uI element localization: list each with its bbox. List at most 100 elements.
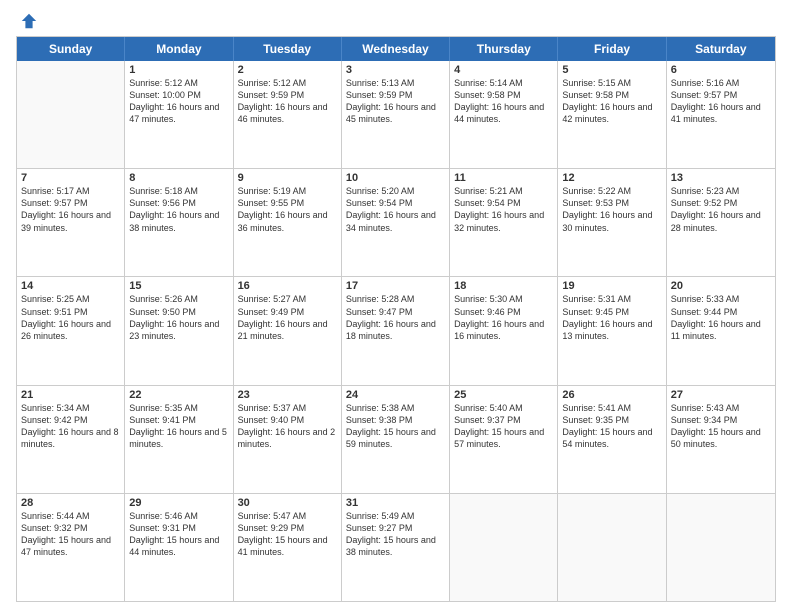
calendar-cell: 10Sunrise: 5:20 AMSunset: 9:54 PMDayligh… (342, 169, 450, 276)
cell-info: Sunrise: 5:22 AMSunset: 9:53 PMDaylight:… (562, 185, 661, 234)
day-number: 1 (129, 64, 228, 76)
calendar-cell: 21Sunrise: 5:34 AMSunset: 9:42 PMDayligh… (17, 386, 125, 493)
cell-info: Sunrise: 5:47 AMSunset: 9:29 PMDaylight:… (238, 510, 337, 559)
calendar-cell: 29Sunrise: 5:46 AMSunset: 9:31 PMDayligh… (125, 494, 233, 601)
day-number: 22 (129, 389, 228, 401)
calendar-cell: 9Sunrise: 5:19 AMSunset: 9:55 PMDaylight… (234, 169, 342, 276)
calendar-cell: 24Sunrise: 5:38 AMSunset: 9:38 PMDayligh… (342, 386, 450, 493)
header-day-wednesday: Wednesday (342, 37, 450, 61)
cell-info: Sunrise: 5:35 AMSunset: 9:41 PMDaylight:… (129, 402, 228, 451)
calendar-week-1: 1Sunrise: 5:12 AMSunset: 10:00 PMDayligh… (17, 61, 775, 169)
calendar-cell: 22Sunrise: 5:35 AMSunset: 9:41 PMDayligh… (125, 386, 233, 493)
cell-info: Sunrise: 5:33 AMSunset: 9:44 PMDaylight:… (671, 293, 771, 342)
day-number: 3 (346, 64, 445, 76)
day-number: 25 (454, 389, 553, 401)
calendar-cell: 13Sunrise: 5:23 AMSunset: 9:52 PMDayligh… (667, 169, 775, 276)
logo-icon (20, 12, 38, 30)
day-number: 9 (238, 172, 337, 184)
calendar-cell: 17Sunrise: 5:28 AMSunset: 9:47 PMDayligh… (342, 277, 450, 384)
cell-info: Sunrise: 5:28 AMSunset: 9:47 PMDaylight:… (346, 293, 445, 342)
header-day-saturday: Saturday (667, 37, 775, 61)
cell-info: Sunrise: 5:44 AMSunset: 9:32 PMDaylight:… (21, 510, 120, 559)
calendar-cell: 27Sunrise: 5:43 AMSunset: 9:34 PMDayligh… (667, 386, 775, 493)
calendar-week-5: 28Sunrise: 5:44 AMSunset: 9:32 PMDayligh… (17, 494, 775, 601)
page: SundayMondayTuesdayWednesdayThursdayFrid… (0, 0, 792, 612)
cell-info: Sunrise: 5:21 AMSunset: 9:54 PMDaylight:… (454, 185, 553, 234)
cell-info: Sunrise: 5:49 AMSunset: 9:27 PMDaylight:… (346, 510, 445, 559)
day-number: 15 (129, 280, 228, 292)
calendar-cell: 25Sunrise: 5:40 AMSunset: 9:37 PMDayligh… (450, 386, 558, 493)
cell-info: Sunrise: 5:13 AMSunset: 9:59 PMDaylight:… (346, 77, 445, 126)
day-number: 24 (346, 389, 445, 401)
calendar-cell (558, 494, 666, 601)
calendar-cell: 31Sunrise: 5:49 AMSunset: 9:27 PMDayligh… (342, 494, 450, 601)
day-number: 20 (671, 280, 771, 292)
day-number: 18 (454, 280, 553, 292)
cell-info: Sunrise: 5:12 AMSunset: 10:00 PMDaylight… (129, 77, 228, 126)
calendar-cell: 7Sunrise: 5:17 AMSunset: 9:57 PMDaylight… (17, 169, 125, 276)
cell-info: Sunrise: 5:41 AMSunset: 9:35 PMDaylight:… (562, 402, 661, 451)
cell-info: Sunrise: 5:26 AMSunset: 9:50 PMDaylight:… (129, 293, 228, 342)
header-day-tuesday: Tuesday (234, 37, 342, 61)
calendar-cell: 5Sunrise: 5:15 AMSunset: 9:58 PMDaylight… (558, 61, 666, 168)
day-number: 23 (238, 389, 337, 401)
calendar-cell: 2Sunrise: 5:12 AMSunset: 9:59 PMDaylight… (234, 61, 342, 168)
calendar-cell: 26Sunrise: 5:41 AMSunset: 9:35 PMDayligh… (558, 386, 666, 493)
cell-info: Sunrise: 5:30 AMSunset: 9:46 PMDaylight:… (454, 293, 553, 342)
day-number: 26 (562, 389, 661, 401)
day-number: 14 (21, 280, 120, 292)
day-number: 21 (21, 389, 120, 401)
calendar-cell: 11Sunrise: 5:21 AMSunset: 9:54 PMDayligh… (450, 169, 558, 276)
cell-info: Sunrise: 5:40 AMSunset: 9:37 PMDaylight:… (454, 402, 553, 451)
day-number: 7 (21, 172, 120, 184)
calendar: SundayMondayTuesdayWednesdayThursdayFrid… (16, 36, 776, 602)
cell-info: Sunrise: 5:38 AMSunset: 9:38 PMDaylight:… (346, 402, 445, 451)
calendar-week-4: 21Sunrise: 5:34 AMSunset: 9:42 PMDayligh… (17, 386, 775, 494)
cell-info: Sunrise: 5:43 AMSunset: 9:34 PMDaylight:… (671, 402, 771, 451)
day-number: 28 (21, 497, 120, 509)
cell-info: Sunrise: 5:17 AMSunset: 9:57 PMDaylight:… (21, 185, 120, 234)
cell-info: Sunrise: 5:18 AMSunset: 9:56 PMDaylight:… (129, 185, 228, 234)
header-day-thursday: Thursday (450, 37, 558, 61)
calendar-week-3: 14Sunrise: 5:25 AMSunset: 9:51 PMDayligh… (17, 277, 775, 385)
calendar-cell: 19Sunrise: 5:31 AMSunset: 9:45 PMDayligh… (558, 277, 666, 384)
cell-info: Sunrise: 5:27 AMSunset: 9:49 PMDaylight:… (238, 293, 337, 342)
cell-info: Sunrise: 5:16 AMSunset: 9:57 PMDaylight:… (671, 77, 771, 126)
calendar-cell (667, 494, 775, 601)
calendar-cell: 12Sunrise: 5:22 AMSunset: 9:53 PMDayligh… (558, 169, 666, 276)
calendar-body: 1Sunrise: 5:12 AMSunset: 10:00 PMDayligh… (17, 61, 775, 601)
header-day-sunday: Sunday (17, 37, 125, 61)
calendar-cell: 14Sunrise: 5:25 AMSunset: 9:51 PMDayligh… (17, 277, 125, 384)
calendar-week-2: 7Sunrise: 5:17 AMSunset: 9:57 PMDaylight… (17, 169, 775, 277)
cell-info: Sunrise: 5:31 AMSunset: 9:45 PMDaylight:… (562, 293, 661, 342)
day-number: 17 (346, 280, 445, 292)
header (16, 12, 776, 30)
calendar-cell: 28Sunrise: 5:44 AMSunset: 9:32 PMDayligh… (17, 494, 125, 601)
calendar-cell: 4Sunrise: 5:14 AMSunset: 9:58 PMDaylight… (450, 61, 558, 168)
day-number: 13 (671, 172, 771, 184)
calendar-cell: 1Sunrise: 5:12 AMSunset: 10:00 PMDayligh… (125, 61, 233, 168)
calendar-cell: 3Sunrise: 5:13 AMSunset: 9:59 PMDaylight… (342, 61, 450, 168)
day-number: 2 (238, 64, 337, 76)
cell-info: Sunrise: 5:34 AMSunset: 9:42 PMDaylight:… (21, 402, 120, 451)
day-number: 29 (129, 497, 228, 509)
calendar-cell: 20Sunrise: 5:33 AMSunset: 9:44 PMDayligh… (667, 277, 775, 384)
calendar-header: SundayMondayTuesdayWednesdayThursdayFrid… (17, 37, 775, 61)
calendar-cell: 30Sunrise: 5:47 AMSunset: 9:29 PMDayligh… (234, 494, 342, 601)
cell-info: Sunrise: 5:20 AMSunset: 9:54 PMDaylight:… (346, 185, 445, 234)
day-number: 11 (454, 172, 553, 184)
day-number: 10 (346, 172, 445, 184)
cell-info: Sunrise: 5:19 AMSunset: 9:55 PMDaylight:… (238, 185, 337, 234)
calendar-cell: 15Sunrise: 5:26 AMSunset: 9:50 PMDayligh… (125, 277, 233, 384)
day-number: 5 (562, 64, 661, 76)
cell-info: Sunrise: 5:23 AMSunset: 9:52 PMDaylight:… (671, 185, 771, 234)
cell-info: Sunrise: 5:15 AMSunset: 9:58 PMDaylight:… (562, 77, 661, 126)
cell-info: Sunrise: 5:14 AMSunset: 9:58 PMDaylight:… (454, 77, 553, 126)
calendar-cell (450, 494, 558, 601)
day-number: 27 (671, 389, 771, 401)
calendar-cell: 16Sunrise: 5:27 AMSunset: 9:49 PMDayligh… (234, 277, 342, 384)
logo (16, 12, 38, 30)
calendar-cell (17, 61, 125, 168)
calendar-cell: 18Sunrise: 5:30 AMSunset: 9:46 PMDayligh… (450, 277, 558, 384)
calendar-cell: 6Sunrise: 5:16 AMSunset: 9:57 PMDaylight… (667, 61, 775, 168)
